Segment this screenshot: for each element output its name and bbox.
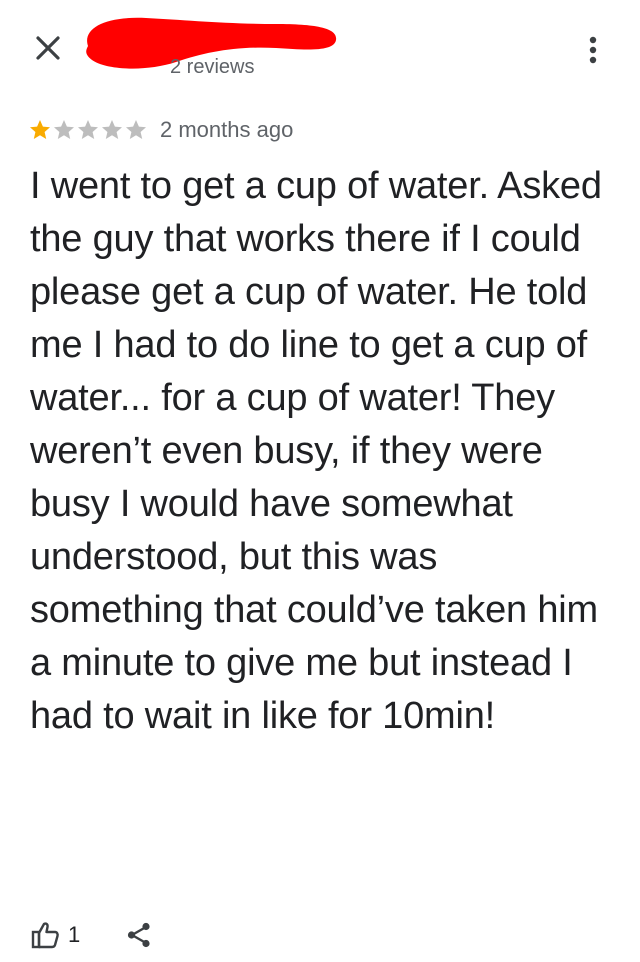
close-icon — [36, 36, 60, 60]
review-meta: 2 months ago — [28, 114, 293, 146]
like-button[interactable]: 1 — [30, 920, 80, 950]
reviewer-review-count: 2 reviews — [170, 56, 255, 78]
star-empty-icon — [78, 120, 98, 139]
like-count: 1 — [68, 922, 81, 947]
thumb-up-icon — [31, 922, 59, 949]
close-button[interactable] — [28, 28, 68, 68]
more-vert-icon — [589, 36, 597, 64]
review-age: 2 months ago — [160, 117, 294, 142]
review-actions: 1 — [30, 915, 154, 955]
share-button[interactable] — [124, 920, 154, 950]
review-text: I went to get a cup of water. Asked the … — [30, 165, 602, 737]
share-icon — [128, 922, 150, 948]
review-header: 2 reviews — [0, 0, 640, 100]
more-options-button[interactable] — [578, 30, 608, 70]
star-empty-icon — [102, 120, 122, 139]
star-empty-icon — [54, 120, 74, 139]
star-rating — [28, 118, 148, 142]
star-filled-icon — [30, 120, 50, 139]
star-empty-icon — [126, 120, 146, 139]
